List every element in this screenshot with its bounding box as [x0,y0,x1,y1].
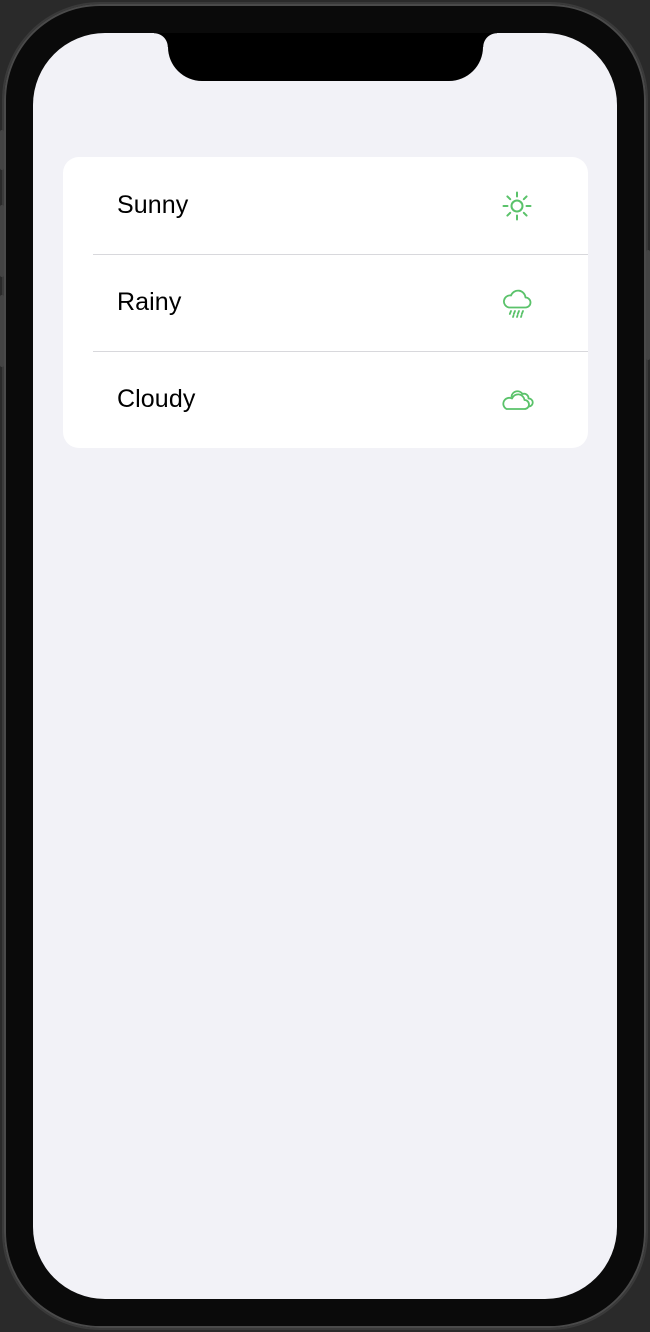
volume-down-button [0,295,4,367]
list-item-label: Rainy [117,288,182,316]
sun-icon [500,189,534,223]
notch [154,33,497,81]
list-item-label: Sunny [117,191,189,219]
list-item-rainy[interactable]: Rainy [63,254,588,351]
volume-up-button [0,205,4,277]
cloud-rain-icon [500,286,534,320]
list-item-cloudy[interactable]: Cloudy [63,351,588,448]
cloud-icon [500,383,534,417]
power-button [646,250,650,360]
list-item-label: Cloudy [117,385,196,413]
list-item-sunny[interactable]: Sunny [63,157,588,254]
weather-list: Sunny Rainy Cloudy [63,157,588,448]
silent-switch [0,130,4,170]
screen: Sunny Rainy Cloudy [33,33,617,1299]
